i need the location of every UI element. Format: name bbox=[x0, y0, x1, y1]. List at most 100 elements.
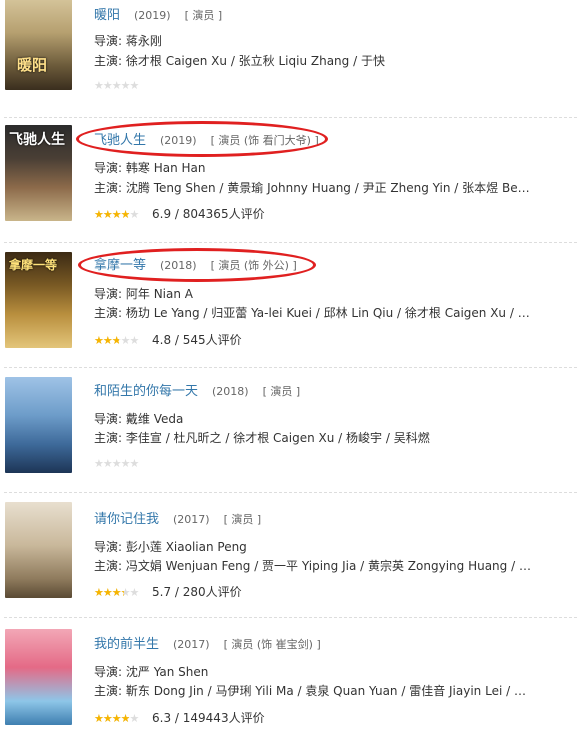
movie-header: 和陌生的你每一天 (2018) [ 演员 ] bbox=[94, 380, 300, 399]
rating-votes: 545人评价 bbox=[182, 333, 242, 347]
cast-names: 徐才根 Caigen Xu / 张立秋 Liqiu Zhang / 于快 bbox=[125, 54, 385, 68]
movie-header: 请你记住我 (2017) [ 演员 ] bbox=[94, 508, 261, 527]
movie-role: [ 演员 ] bbox=[262, 385, 301, 398]
movie-poster[interactable] bbox=[5, 502, 72, 598]
cast-line: 主演: 冯文娟 Wenjuan Feng / 贾一平 Yiping Jia / … bbox=[94, 557, 534, 574]
rating-score: 6.9 bbox=[152, 207, 172, 221]
star-empty-icon: ★★★★★ bbox=[94, 78, 139, 92]
cast-label: 主演: bbox=[94, 306, 123, 320]
cast-line: 主演: 李佳宣 / 杜凡昕之 / 徐才根 Caigen Xu / 杨峻宇 / 吴… bbox=[94, 429, 534, 446]
cast-label: 主演: bbox=[94, 181, 123, 195]
director-label: 导演: bbox=[94, 34, 123, 48]
list-item: 请你记住我 (2017)[ 演员 ] 导演: 彭小莲 Xiaolian Peng … bbox=[4, 492, 577, 618]
movie-title-link[interactable]: 暖阳 bbox=[94, 8, 120, 23]
director-line: 导演: 戴维 Veda bbox=[94, 410, 183, 427]
rating-line: ★★★★★★★★★★ bbox=[94, 456, 152, 470]
movie-title-link[interactable]: 我的前半生 bbox=[94, 637, 159, 652]
cast-label: 主演: bbox=[94, 54, 123, 68]
list-item: 飞驰人生 飞驰人生 (2019) [ 演员 (饰 看门大爷) ] 导演: 韩寒 Ha… bbox=[4, 117, 577, 243]
director-name: 沈严 Yan Shen bbox=[125, 665, 209, 679]
director-name: 蒋永刚 bbox=[125, 34, 162, 48]
movie-year: (2019) bbox=[160, 134, 197, 147]
movie-year: (2018) bbox=[160, 259, 197, 272]
movie-title-link[interactable]: 和陌生的你每一天 bbox=[94, 384, 198, 399]
star-rating: ★★★★★★★★★★ bbox=[94, 208, 144, 221]
movie-title-link[interactable]: 飞驰人生 bbox=[94, 133, 146, 148]
cast-names: 靳东 Dong Jin / 马伊琍 Yili Ma / 袁泉 Quan Yuan… bbox=[125, 684, 534, 698]
movie-header: 飞驰人生 (2019) [ 演员 (饰 看门大爷) ] bbox=[94, 129, 319, 148]
movie-poster[interactable] bbox=[5, 377, 72, 473]
cast-line: 主演: 徐才根 Caigen Xu / 张立秋 Liqiu Zhang / 于快 bbox=[94, 52, 534, 69]
star-filled-icon: ★★★★★ bbox=[94, 712, 129, 725]
rating-score: 5.7 bbox=[152, 585, 172, 599]
star-rating: ★★★★★★★★★★ bbox=[94, 712, 144, 725]
poster-title: 拿摩一等 bbox=[9, 258, 58, 272]
movie-header: 暖阳 (2019) [ 演员 ] bbox=[94, 4, 222, 23]
star-filled-icon: ★★★★★ bbox=[94, 208, 129, 221]
star-empty-icon: ★★★★★ bbox=[94, 456, 139, 470]
director-line: 导演: 彭小莲 Xiaolian Peng bbox=[94, 538, 247, 555]
star-filled-icon: ★★★★★ bbox=[94, 586, 124, 599]
list-item: 暖阳 暖阳 (2019) [ 演员 ] 导演: 蒋永刚 主演: 徐才根 Caigen… bbox=[4, 0, 577, 118]
star-rating: ★★★★★★★★★★ bbox=[94, 456, 144, 470]
movie-poster[interactable] bbox=[5, 629, 72, 725]
director-label: 导演: bbox=[94, 412, 123, 426]
cast-names: 主演: 冯文娟 Wenjuan Feng / 贾一平 Yiping Jia / … bbox=[94, 559, 534, 573]
rating-score: 4.8 bbox=[152, 333, 172, 347]
movie-poster[interactable]: 暖阳 bbox=[5, 0, 72, 90]
list-item: 我的前半生 (2017) [ 演员 (饰 崔宝剑) ] 导演: 沈严 Yan She… bbox=[4, 617, 577, 742]
star-rating: ★★★★★★★★★★ bbox=[94, 78, 144, 92]
cast-label: 主演: bbox=[94, 684, 123, 698]
movie-role: [ 演员 (饰 外公) ] bbox=[210, 259, 297, 272]
director-name: 阿年 Nian A bbox=[125, 287, 193, 301]
list-item: 拿摩一等 拿摩一等 (2018) [ 演员 (饰 外公) ] 导演: 阿年 Nian… bbox=[4, 242, 577, 368]
movie-title-link[interactable]: 拿摩一等 bbox=[94, 258, 146, 273]
director-line: 导演: 阿年 Nian A bbox=[94, 285, 193, 302]
director-name: 韩寒 Han Han bbox=[125, 161, 206, 175]
star-filled-icon: ★★★★★ bbox=[94, 334, 119, 347]
director-name: 彭小莲 Xiaolian Peng bbox=[125, 540, 247, 554]
rating-votes: 280人评价 bbox=[182, 585, 242, 599]
movie-poster[interactable]: 拿摩一等 bbox=[5, 252, 72, 348]
movie-header: 我的前半生 (2017) [ 演员 (饰 崔宝剑) ] bbox=[94, 633, 321, 652]
movie-role: [ 演员 ] bbox=[184, 9, 223, 22]
movie-poster[interactable]: 飞驰人生 bbox=[5, 125, 72, 221]
rating-line: ★★★★★★★★★★ bbox=[94, 78, 152, 92]
rating-line: ★★★★★★★★★★4.8 / 545人评价 bbox=[94, 333, 242, 347]
star-rating: ★★★★★★★★★★ bbox=[94, 334, 144, 347]
star-rating: ★★★★★★★★★★ bbox=[94, 586, 144, 599]
cast-line: 主演: 沈腾 Teng Shen / 黄景瑜 Johnny Huang / 尹正… bbox=[94, 179, 534, 196]
cast-label: 主演: bbox=[94, 431, 123, 445]
director-line: 导演: 韩寒 Han Han bbox=[94, 159, 205, 176]
rating-score: 6.3 bbox=[152, 711, 172, 725]
movie-role: [ 演员 (饰 崔宝剑) ] bbox=[223, 638, 321, 651]
list-item: 和陌生的你每一天 (2018) [ 演员 ] 导演: 戴维 Veda 主演: 李佳宣… bbox=[4, 367, 577, 493]
movie-year: (2017) bbox=[173, 513, 210, 526]
cast-names: 李佳宣 / 杜凡昕之 / 徐才根 Caigen Xu / 杨峻宇 / 吴科燃 bbox=[125, 431, 430, 445]
director-name: 戴维 Veda bbox=[125, 412, 184, 426]
poster-title: 暖阳 bbox=[17, 56, 48, 74]
director-label: 导演: bbox=[94, 540, 123, 554]
movie-role: [ 演员 ] bbox=[223, 513, 262, 526]
director-label: 导演: bbox=[94, 665, 123, 679]
cast-line: 主演: 杨玏 Le Yang / 归亚蕾 Ya-lei Kuei / 邱林 Li… bbox=[94, 304, 534, 321]
poster-title: 飞驰人生 bbox=[9, 132, 65, 148]
cast-line: 主演: 靳东 Dong Jin / 马伊琍 Yili Ma / 袁泉 Quan … bbox=[94, 682, 534, 699]
director-line: 导演: 沈严 Yan Shen bbox=[94, 663, 208, 680]
movie-year: (2019) bbox=[134, 9, 171, 22]
movie-title-link[interactable]: 请你记住我 bbox=[94, 512, 159, 527]
movie-role: [ 演员 (饰 看门大爷) ] bbox=[210, 134, 319, 147]
movie-year: (2017) bbox=[173, 638, 210, 651]
rating-line: ★★★★★★★★★★6.3 / 149443人评价 bbox=[94, 711, 265, 725]
movie-year: (2018) bbox=[212, 385, 249, 398]
cast-names: 杨玏 Le Yang / 归亚蕾 Ya-lei Kuei / 邱林 Lin Qi… bbox=[125, 306, 534, 320]
movie-header: 拿摩一等 (2018) [ 演员 (饰 外公) ] bbox=[94, 254, 297, 273]
director-line: 导演: 蒋永刚 bbox=[94, 32, 162, 49]
rating-votes: 804365人评价 bbox=[182, 207, 265, 221]
rating-line: ★★★★★★★★★★5.7 / 280人评价 bbox=[94, 585, 242, 599]
director-label: 导演: bbox=[94, 287, 123, 301]
cast-names: 沈腾 Teng Shen / 黄景瑜 Johnny Huang / 尹正 Zhe… bbox=[125, 181, 534, 195]
rating-line: ★★★★★★★★★★6.9 / 804365人评价 bbox=[94, 207, 265, 221]
rating-votes: 149443人评价 bbox=[182, 711, 265, 725]
director-label: 导演: bbox=[94, 161, 123, 175]
